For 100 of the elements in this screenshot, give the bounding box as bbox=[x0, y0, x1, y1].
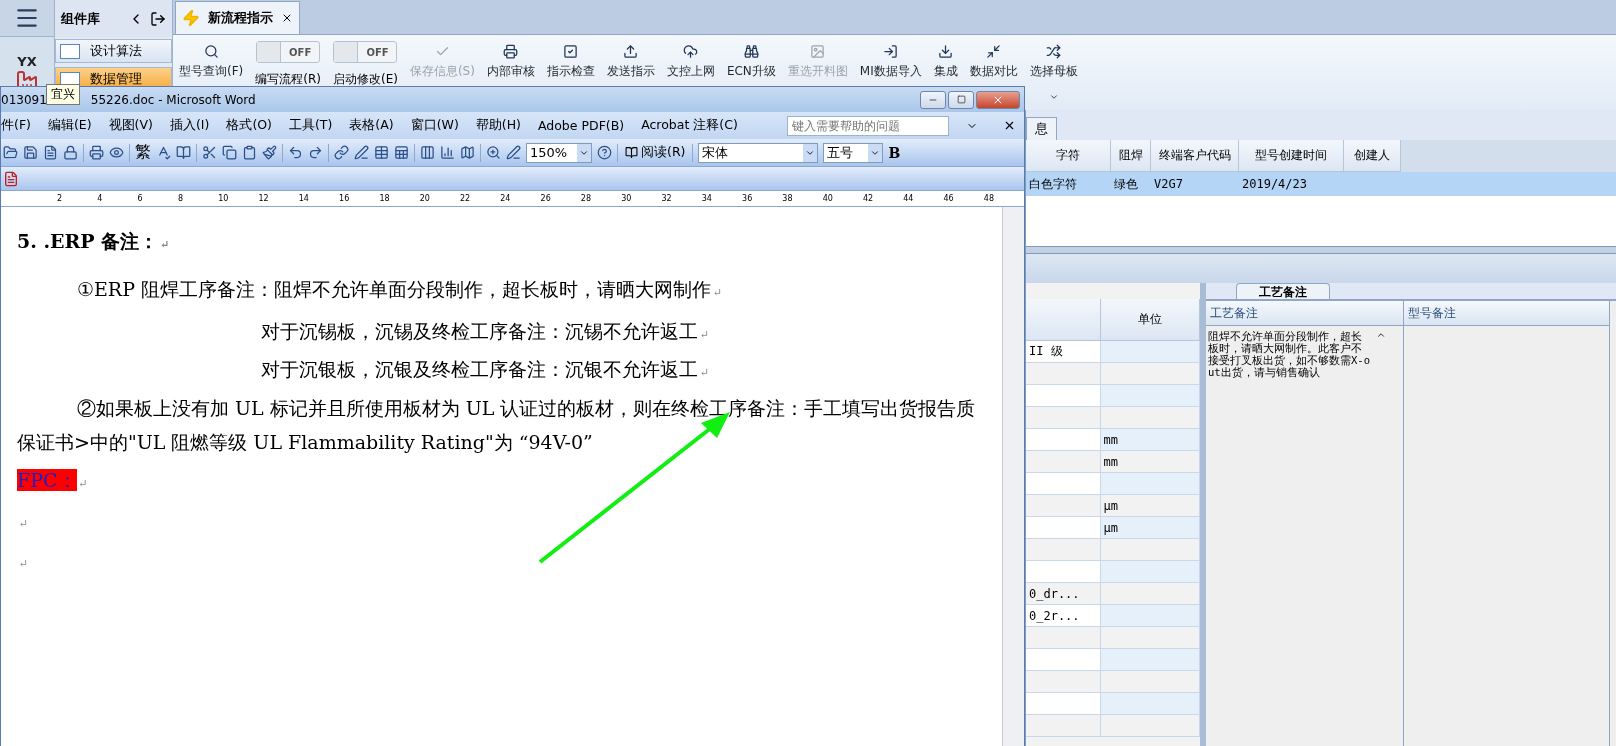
ribbon-button[interactable]: 内部审核 bbox=[486, 39, 535, 80]
map-icon[interactable] bbox=[460, 145, 475, 160]
scroll-up-icon[interactable] bbox=[1376, 330, 1386, 340]
table-cell: μm bbox=[1100, 517, 1200, 539]
brush-icon[interactable] bbox=[262, 145, 277, 160]
upload-icon bbox=[623, 44, 639, 59]
column-header[interactable]: 字符 bbox=[1026, 140, 1111, 172]
book-icon[interactable] bbox=[176, 145, 191, 160]
shuffle-icon bbox=[1046, 44, 1062, 59]
menu-item[interactable]: 窗口(W) bbox=[410, 117, 459, 134]
table-icon[interactable] bbox=[374, 145, 389, 160]
menu-item[interactable]: 件(F) bbox=[1, 117, 31, 134]
ruler-number: 16 bbox=[339, 194, 351, 203]
paste-icon[interactable] bbox=[242, 145, 257, 160]
ribbon-button[interactable]: 型号查询(F) bbox=[179, 39, 244, 80]
zoom-field[interactable]: 150% bbox=[526, 142, 592, 163]
column-header[interactable]: 型号备注 bbox=[1404, 301, 1609, 326]
ribbon-button[interactable]: 数据对比 bbox=[969, 39, 1018, 80]
column-header[interactable]: 终端客户代码 bbox=[1151, 140, 1239, 172]
menu-item[interactable]: 编辑(E) bbox=[47, 117, 92, 134]
folder-icon[interactable] bbox=[3, 145, 18, 160]
copy-icon[interactable] bbox=[222, 145, 237, 160]
zoom-icon[interactable] bbox=[486, 145, 501, 160]
column-header[interactable]: 创建人 bbox=[1344, 140, 1401, 172]
ribbon-button[interactable]: MI数据导入 bbox=[859, 39, 922, 80]
column-header[interactable]: 单位 bbox=[1100, 299, 1200, 341]
ribbon-button[interactable]: ECN升级 bbox=[726, 39, 776, 80]
link-icon[interactable] bbox=[334, 145, 349, 160]
menu-item[interactable]: 格式(O) bbox=[226, 117, 272, 134]
ribbon-button[interactable]: 集成 bbox=[933, 39, 958, 80]
pen-icon[interactable] bbox=[354, 145, 369, 160]
save-icon[interactable] bbox=[23, 145, 38, 160]
preview-icon[interactable] bbox=[109, 145, 124, 160]
ruler-number: 36 bbox=[742, 194, 754, 203]
ruler-number: 32 bbox=[661, 194, 673, 203]
redo-icon[interactable] bbox=[308, 145, 323, 160]
column-header[interactable]: 阻焊 bbox=[1111, 140, 1151, 172]
undo-icon[interactable] bbox=[288, 145, 303, 160]
document-icon[interactable] bbox=[43, 145, 58, 160]
menu-item[interactable]: Acrobat 注释(C) bbox=[641, 117, 738, 134]
menu-item[interactable]: 工具(T) bbox=[288, 117, 333, 134]
menu-item[interactable]: Adobe PDF(B) bbox=[537, 118, 625, 133]
table-cell: 0_2r... bbox=[1026, 605, 1101, 627]
close-icon[interactable] bbox=[1003, 119, 1016, 132]
column-header[interactable]: 型号创建时间 bbox=[1239, 140, 1344, 172]
spreadsheet-icon[interactable] bbox=[394, 145, 409, 160]
ruler-number: 30 bbox=[621, 194, 633, 203]
menu-item[interactable]: 视图(V) bbox=[108, 117, 153, 134]
close-icon[interactable] bbox=[281, 12, 293, 24]
reading-button[interactable]: 阅读(R) bbox=[623, 142, 688, 163]
help-icon[interactable] bbox=[597, 145, 612, 160]
toggle-label: 编写流程(R) bbox=[255, 71, 321, 88]
paragraph-mark: ↵ bbox=[78, 477, 88, 490]
tab-label: 新流程指示 bbox=[208, 9, 273, 27]
ruler-number: 40 bbox=[822, 194, 834, 203]
spellcheck-icon[interactable] bbox=[156, 145, 171, 160]
cut-icon[interactable] bbox=[202, 145, 217, 160]
ribbon-button[interactable]: 指示检查 bbox=[546, 39, 595, 80]
help-search-field[interactable]: 键入需要帮助的问题 bbox=[787, 115, 949, 136]
font-field[interactable]: 宋体 bbox=[698, 142, 819, 163]
toggle-switch[interactable]: OFF bbox=[256, 41, 321, 63]
image-icon bbox=[810, 44, 826, 59]
maximize-button[interactable] bbox=[948, 90, 974, 109]
ribbon-button[interactable]: 文控上网 bbox=[666, 39, 715, 80]
menu-button[interactable] bbox=[0, 0, 54, 37]
document-tab[interactable]: 新流程指示 bbox=[175, 1, 300, 34]
pen-icon[interactable] bbox=[506, 145, 521, 160]
nav-item[interactable]: 设计算法 bbox=[55, 39, 172, 63]
lock-icon[interactable] bbox=[63, 145, 78, 160]
panel-tab[interactable]: 息 bbox=[1026, 117, 1057, 140]
minimize-button[interactable] bbox=[920, 90, 946, 109]
paragraph-mark: ↵ bbox=[19, 517, 29, 530]
bold-button[interactable]: B bbox=[888, 144, 901, 161]
table-row[interactable]: 白色字符 绿色 V2G7 2019/4/23 bbox=[1026, 172, 1616, 196]
traditional-chinese-button[interactable]: 繁 bbox=[135, 142, 151, 163]
arrows-icon bbox=[986, 44, 1002, 59]
printer-icon[interactable] bbox=[89, 145, 104, 160]
columns-icon[interactable] bbox=[420, 145, 435, 160]
ribbon-button[interactable]: 选择母板 bbox=[1029, 39, 1078, 102]
note-text: 阻焊不允许单面分段制作，超长板时，请晒大网制作。此客户不接受打叉板出货，如不够数需X-out出货，请与销售确认 bbox=[1208, 330, 1371, 378]
menu-item[interactable]: 帮助(H) bbox=[475, 117, 521, 134]
panel-tab[interactable]: 工艺备注 bbox=[1236, 283, 1330, 299]
panel-title: 组件库 bbox=[61, 9, 101, 28]
column-header[interactable]: 工艺备注 bbox=[1206, 301, 1403, 326]
chart-icon[interactable] bbox=[440, 145, 455, 160]
close-button[interactable] bbox=[976, 90, 1020, 109]
scrollbar[interactable] bbox=[1002, 207, 1024, 746]
window-title: 013091 bbox=[1, 92, 47, 107]
menu-item[interactable]: 表格(A) bbox=[349, 117, 394, 134]
paragraph-mark: ↵ bbox=[700, 366, 710, 379]
table-cell: μm bbox=[1100, 495, 1200, 517]
paragraph-text: ①ERP 阻焊工序备注：阻焊不允许单面分段制作，超长板时，请晒大网制作 bbox=[77, 278, 711, 300]
menu-item[interactable]: 插入(I) bbox=[169, 117, 210, 134]
ruler-number: 28 bbox=[580, 194, 593, 203]
ribbon-button[interactable]: 发送指示 bbox=[606, 39, 655, 80]
maximize-icon bbox=[956, 95, 966, 104]
table-cell-text: 2019/4/23 bbox=[1241, 176, 1309, 193]
font-size-field[interactable]: 五号 bbox=[823, 142, 884, 163]
cloud-upload-icon bbox=[683, 44, 699, 59]
toggle-switch[interactable]: OFF bbox=[333, 41, 398, 63]
